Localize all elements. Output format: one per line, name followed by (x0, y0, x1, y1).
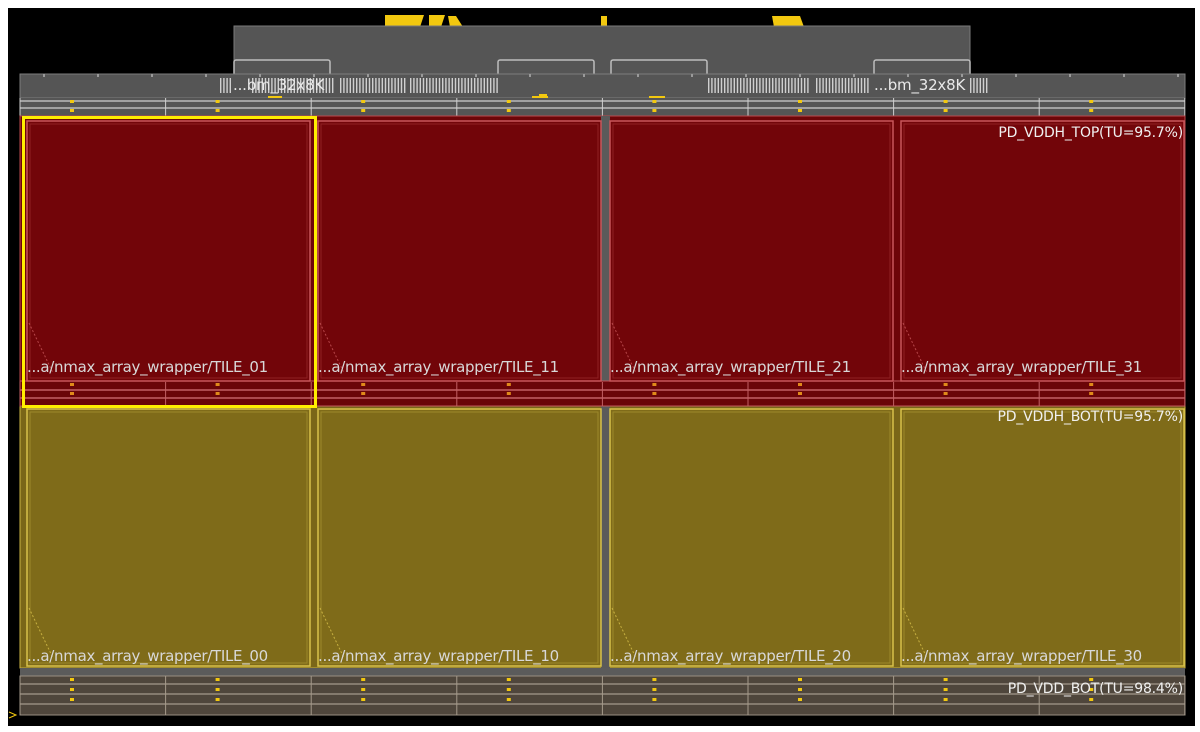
tile-top_row-2[interactable] (609, 120, 894, 382)
pd-label-bottom[interactable]: PD_VDDH_BOT(TU=95.7%) (997, 410, 1183, 424)
tile-bottom_row-0[interactable] (26, 408, 311, 667)
tile-top_row-1[interactable] (317, 120, 602, 382)
tile-label[interactable]: ...a/nmax_array_wrapper/TILE_01 (27, 360, 268, 375)
memory-label-right[interactable]: ...bm_32x8K (874, 78, 965, 93)
tile-label[interactable]: ...a/nmax_array_wrapper/TILE_21 (610, 360, 851, 375)
tile-label[interactable]: ...a/nmax_array_wrapper/TILE_30 (901, 649, 1142, 664)
upper-routing-channel (19, 98, 1186, 116)
tile-label[interactable]: ...a/nmax_array_wrapper/TILE_11 (318, 360, 559, 375)
tile-bottom_row-3[interactable] (900, 408, 1185, 667)
bottom-divider (20, 668, 1185, 676)
memory-row[interactable] (19, 73, 1186, 99)
top-pin-shapes (385, 15, 804, 27)
pd-label-top[interactable]: PD_VDDH_TOP(TU=95.7%) (998, 126, 1183, 140)
tile-bottom_row-1[interactable] (317, 408, 602, 667)
tile-bottom_row-2[interactable] (609, 408, 894, 667)
origin-marker (8, 711, 18, 719)
pd-label-vdd-bottom[interactable]: PD_VDD_BOT(TU=98.4%) (1008, 682, 1183, 696)
tile-top_row-3[interactable] (900, 120, 1185, 382)
tile-label[interactable]: ...a/nmax_array_wrapper/TILE_31 (901, 360, 1142, 375)
tile-label[interactable]: ...a/nmax_array_wrapper/TILE_10 (318, 649, 559, 664)
middle-routing-channel (19, 380, 1186, 407)
layout-viewer[interactable]: ...bm_32x8K ...bm_32x8K PD_VDDH_TOP(TU=9… (8, 8, 1195, 726)
memory-label-left[interactable]: ...bm_32x8K (233, 78, 324, 93)
tile-top_row-0[interactable] (26, 120, 311, 382)
tile-label[interactable]: ...a/nmax_array_wrapper/TILE_00 (27, 649, 268, 664)
tile-label[interactable]: ...a/nmax_array_wrapper/TILE_20 (610, 649, 851, 664)
